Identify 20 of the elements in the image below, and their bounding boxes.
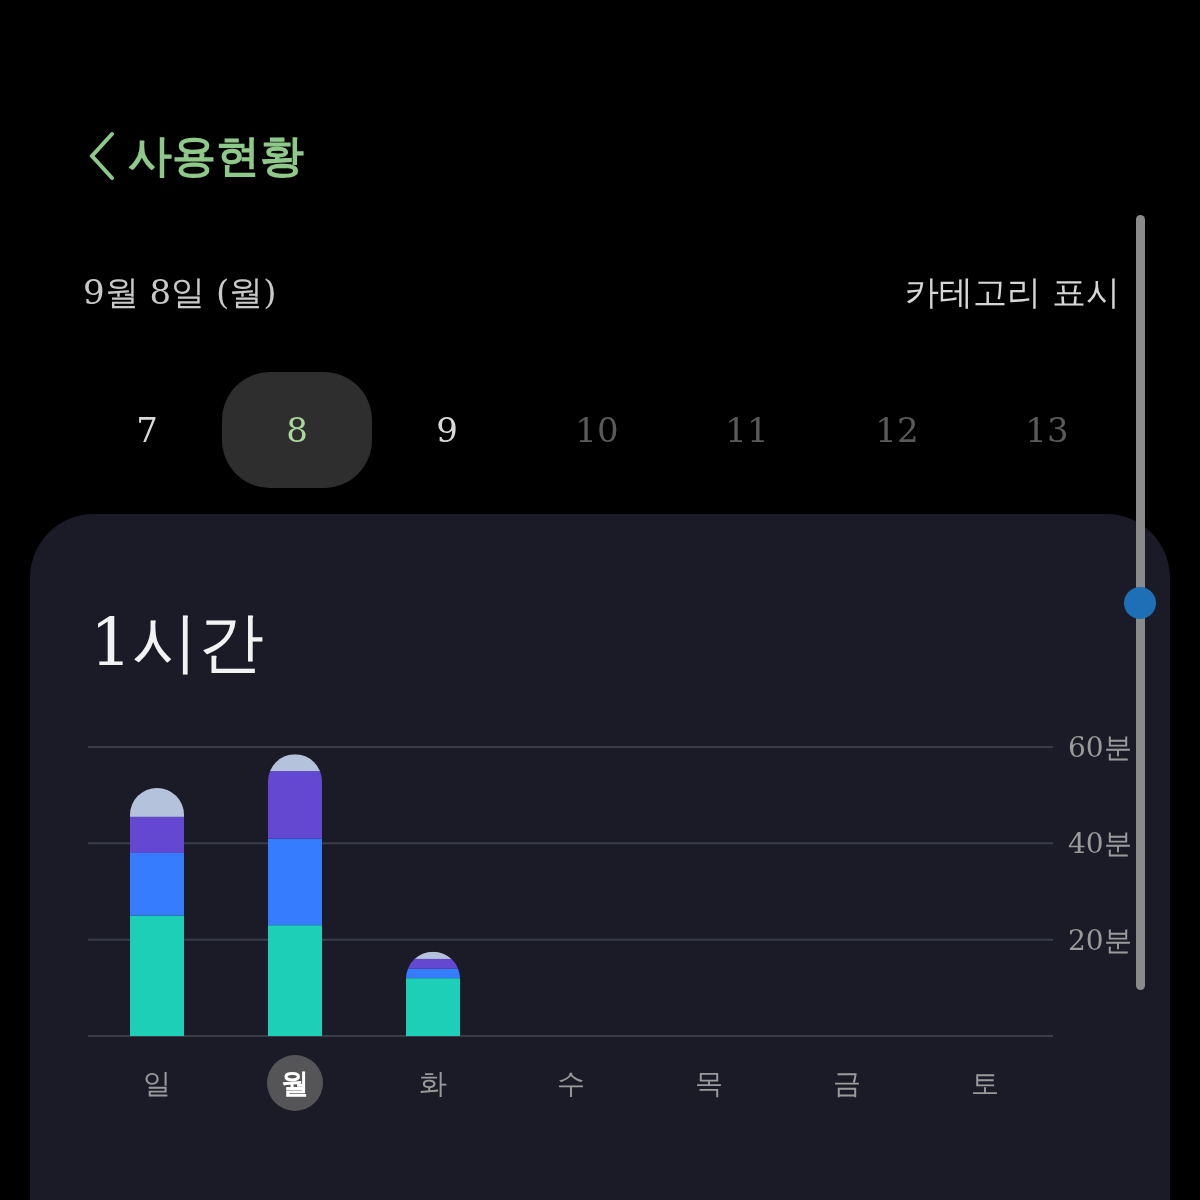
- day-tab[interactable]: 7: [72, 372, 222, 488]
- day-tab[interactable]: 9: [372, 372, 522, 488]
- axis-label: 60분: [1068, 731, 1132, 764]
- total-time: 1시간: [90, 610, 264, 676]
- day-label[interactable]: 월: [281, 1067, 309, 1100]
- back-icon[interactable]: [88, 130, 116, 182]
- axis-label: 40분: [1068, 827, 1132, 861]
- date-label: 9월 8일 (월): [83, 270, 277, 314]
- day-label[interactable]: 토: [971, 1067, 999, 1100]
- day-label[interactable]: 수: [557, 1067, 585, 1100]
- day-label[interactable]: 금: [833, 1067, 861, 1100]
- scrollbar-track[interactable]: [1136, 215, 1145, 990]
- day-label[interactable]: 일: [143, 1067, 171, 1100]
- selected-day-marker: [267, 1055, 323, 1111]
- page-title: 사용현황: [128, 129, 304, 183]
- day-tab[interactable]: 8: [222, 372, 372, 488]
- axis-label: 20분: [1068, 923, 1132, 957]
- day-label[interactable]: 목: [695, 1067, 723, 1100]
- day-label[interactable]: 화: [419, 1067, 447, 1100]
- category-toggle[interactable]: 카테고리 표시: [905, 266, 1120, 318]
